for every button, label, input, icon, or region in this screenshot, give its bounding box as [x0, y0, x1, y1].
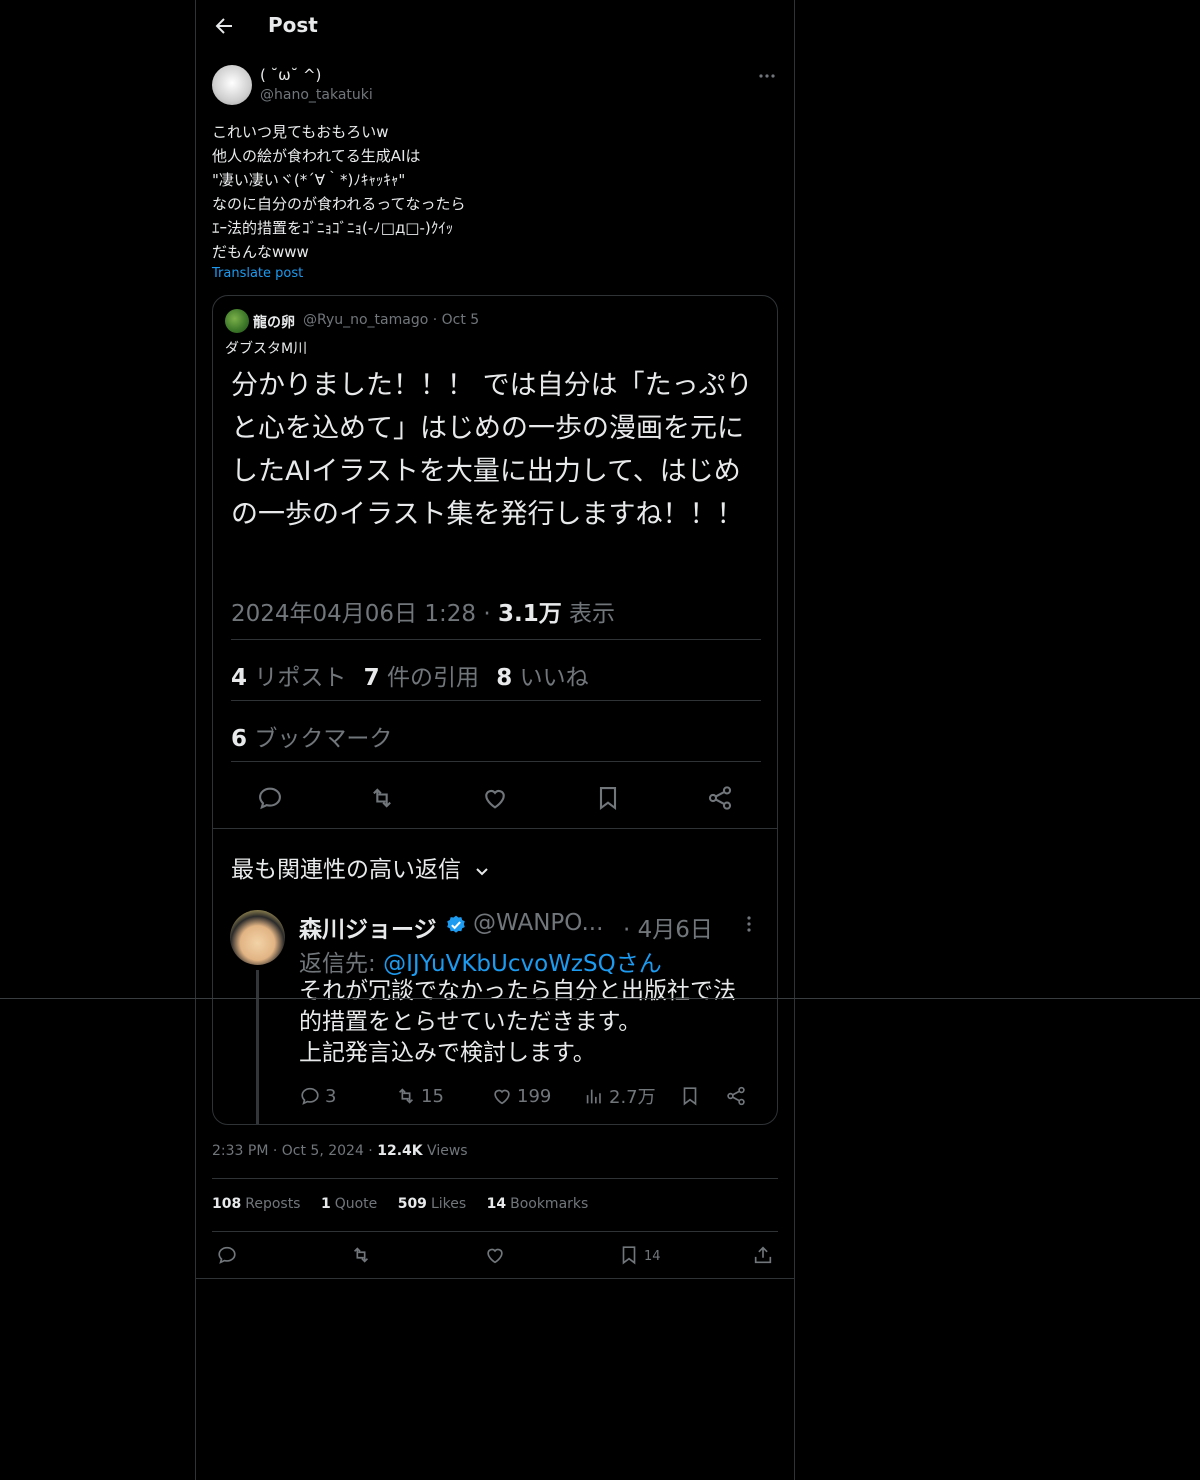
- share-icon: [727, 1086, 745, 1106]
- repost-icon: [353, 1247, 369, 1263]
- reply-icon: [218, 1246, 236, 1264]
- screenshot-timestamp: 2024年04月06日 1:28 · 3.1万 表示: [231, 601, 616, 627]
- reply-author-name: 森川ジョージ: [299, 917, 437, 943]
- bookmark-button[interactable]: [618, 1244, 640, 1266]
- avatar[interactable]: [212, 65, 252, 105]
- reply-avatar: [230, 910, 285, 965]
- reply-likes: 199: [491, 1084, 551, 1108]
- repost-icon: [368, 784, 396, 812]
- quoted-screenshot-image[interactable]: 分かりました！！！ では自分は「たっぷりと心を込めて」はじめの一歩の漫画を元にし…: [213, 358, 777, 1124]
- reply-bookmark: [679, 1084, 701, 1108]
- divider: [212, 1178, 778, 1179]
- divider: [196, 1278, 794, 1279]
- bookmark-icon: [683, 1087, 697, 1106]
- author-handle[interactable]: @hano_takatuki: [260, 87, 373, 103]
- reply-replies: 3: [299, 1084, 336, 1108]
- quote-author-name[interactable]: 龍の卵: [253, 312, 295, 332]
- share-icon: [706, 784, 734, 812]
- screenshot-body-text: 分かりました！！！ では自分は「たっぷりと心を込めて」はじめの一歩の漫画を元にし…: [231, 370, 753, 530]
- reposts-stat[interactable]: 108 Reposts: [212, 1196, 300, 1212]
- reply-share: [725, 1084, 747, 1108]
- reply-to-label: 返信先: @IJYuVKbUcvoWzSQさん: [299, 951, 662, 977]
- like-button[interactable]: [484, 1244, 506, 1266]
- bookmarks-stat[interactable]: 14 Bookmarks: [487, 1196, 589, 1212]
- bookmark-count: 14: [644, 1249, 661, 1264]
- verified-badge-icon: [445, 914, 467, 936]
- bookmark-icon: [594, 784, 622, 812]
- quote-avatar[interactable]: [225, 309, 249, 333]
- screenshot-stats: 4 リポスト 7 件の引用 8 いいね: [231, 665, 589, 691]
- quoted-post[interactable]: 龍の卵 @Ryu_no_tamago · Oct 5 ダブスタM川 分かりました…: [212, 295, 778, 1125]
- repost-icon: [398, 1088, 414, 1104]
- overlay-line: [0, 998, 1200, 999]
- relevance-sort-label: 最も関連性の高い返信: [231, 850, 490, 884]
- translate-post-link[interactable]: Translate post: [212, 266, 303, 281]
- page-title: Post: [268, 13, 318, 37]
- post-timestamp[interactable]: 2:33 PM · Oct 5, 2024 · 12.4K Views: [212, 1143, 468, 1159]
- more-options-icon: [745, 914, 753, 934]
- like-icon: [494, 1089, 510, 1105]
- reply-text: それが冗談でなかったら自分と出版社で法 的措置をとらせていただきます。 上記発言…: [299, 978, 736, 1066]
- likes-stat[interactable]: 509 Likes: [398, 1196, 466, 1212]
- reply-handle: @WANPO...: [473, 910, 604, 936]
- thread-line: [256, 970, 259, 1124]
- share-icon: [754, 1246, 772, 1264]
- like-icon: [487, 1248, 503, 1264]
- reply-icon: [301, 1087, 319, 1105]
- author-display-name[interactable]: ( ˘ω˘ ^): [260, 66, 321, 84]
- screenshot-bookmarks: 6 ブックマーク: [231, 726, 393, 752]
- header: Post: [196, 0, 794, 54]
- post-stats: 108 Reposts 1 Quote 509 Likes 14 Bookmarks: [212, 1196, 604, 1212]
- views-icon: [586, 1089, 601, 1104]
- share-button[interactable]: [752, 1244, 774, 1266]
- post-text: これいつ見てもおもろいw 他人の絵が食われてる生成AIは "凄い凄いヾ(*´∀｀…: [212, 123, 466, 261]
- like-icon: [481, 784, 509, 812]
- repost-button[interactable]: [350, 1244, 372, 1266]
- reply-icon: [256, 784, 284, 812]
- reply-button[interactable]: [216, 1244, 238, 1266]
- quotes-stat[interactable]: 1 Quote: [321, 1196, 377, 1212]
- divider: [212, 1231, 778, 1232]
- bookmark-icon: [622, 1246, 636, 1265]
- reply-reposts: 15: [395, 1084, 444, 1108]
- chevron-down-icon: [474, 863, 490, 879]
- divider: [231, 761, 761, 762]
- divider: [231, 639, 761, 640]
- divider: [231, 700, 761, 701]
- back-arrow-icon[interactable]: [212, 14, 236, 38]
- divider: [213, 828, 777, 829]
- main-column: Post ( ˘ω˘ ^) @hano_takatuki これいつ見てもおもろい…: [195, 0, 795, 1480]
- quote-text: ダブスタM川: [225, 341, 308, 357]
- quote-meta: @Ryu_no_tamago · Oct 5: [303, 312, 480, 328]
- reply-views: 2.7万: [583, 1084, 656, 1108]
- reply-date: · 4月6日: [623, 917, 713, 943]
- more-options-icon[interactable]: [756, 66, 778, 86]
